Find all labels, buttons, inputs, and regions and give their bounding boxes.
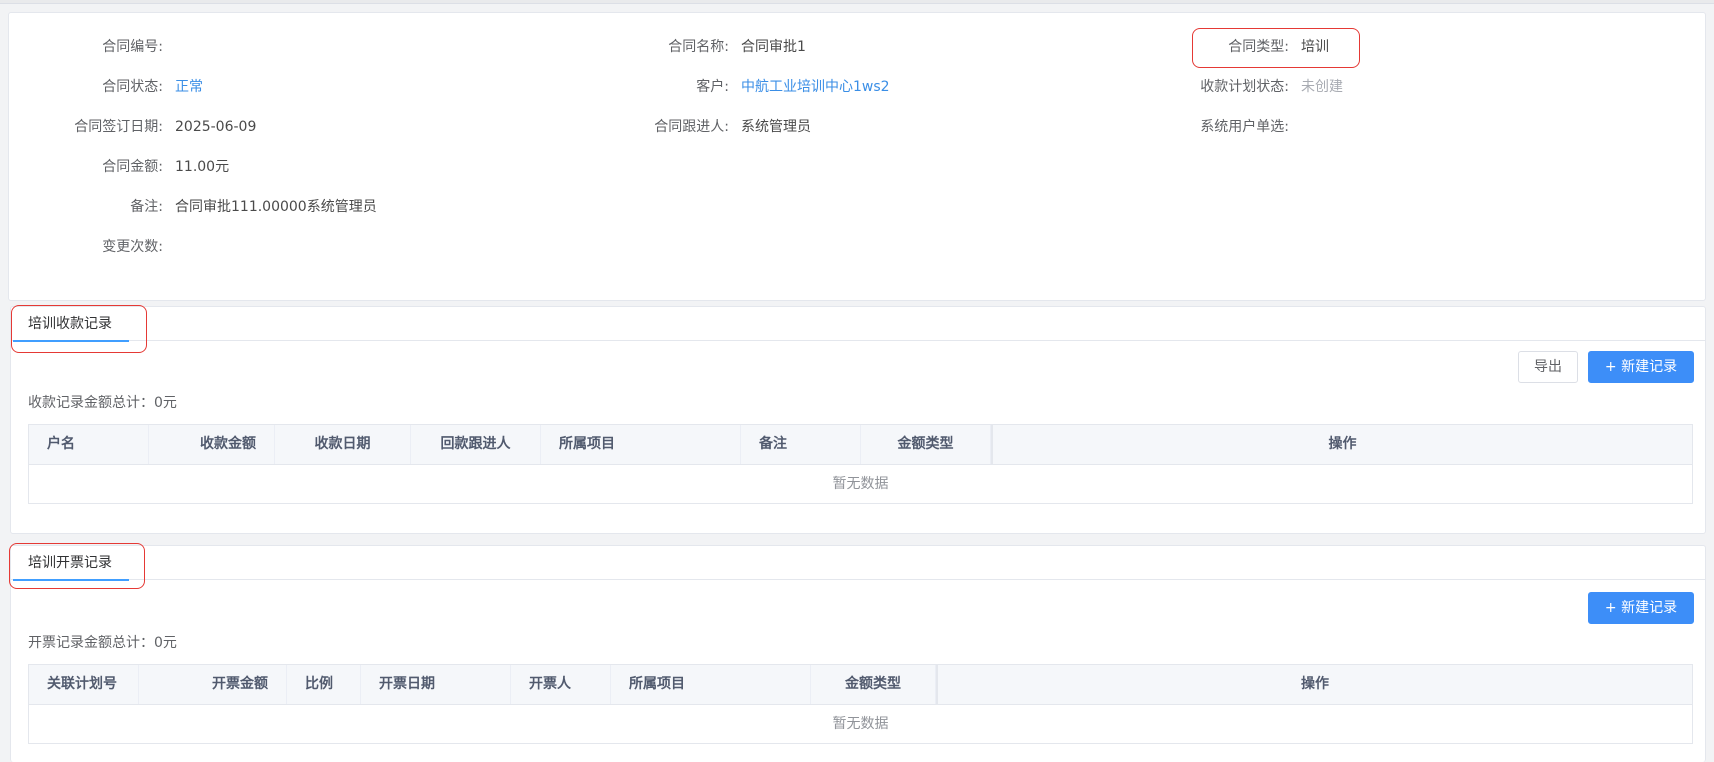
remark-value: 合同审批111.00000系统管理员	[175, 199, 377, 215]
payment-plan-status-value: 未创建	[1301, 79, 1343, 95]
field-label: 合同名称:	[668, 39, 729, 55]
field-customer: 客户: 中航工业培训中心1ws2	[569, 77, 1129, 97]
payment-table-body: 暂无数据	[29, 465, 1692, 504]
field-label: 备注:	[130, 199, 163, 215]
field-label: 合同状态:	[102, 79, 163, 95]
field-label: 合同金额:	[102, 159, 163, 175]
column-header: 收款金额	[149, 425, 275, 464]
field-label: 变更次数:	[102, 239, 163, 255]
contract-type-value: 培训	[1301, 39, 1329, 55]
payment-total: 收款记录金额总计：0元	[28, 395, 177, 411]
empty-state: 暂无数据	[832, 476, 889, 492]
column-header: 金额类型	[811, 665, 936, 704]
field-contract-status: 合同状态: 正常	[9, 77, 609, 97]
empty-state: 暂无数据	[832, 716, 889, 732]
column-header: 备注	[741, 425, 861, 464]
sign-date-value: 2025-06-09	[175, 119, 257, 135]
new-invoice-record-button[interactable]: + 新建记录	[1588, 592, 1694, 624]
column-header: 收款日期	[275, 425, 411, 464]
column-header: 开票金额	[139, 665, 287, 704]
follower-value: 系统管理员	[741, 119, 811, 135]
tab-label: 培训开票记录	[28, 555, 112, 571]
field-payment-plan-status: 收款计划状态: 未创建	[1129, 77, 1689, 97]
column-header: 回款跟进人	[411, 425, 541, 464]
top-bar	[0, 0, 1714, 4]
amount-value: 11.00元	[175, 159, 230, 175]
column-header: 开票日期	[361, 665, 511, 704]
field-system-user: 系统用户单选:	[1129, 117, 1689, 137]
field-change-count: 变更次数:	[9, 237, 609, 257]
contract-name-value: 合同审批1	[741, 39, 806, 55]
invoice-total: 开票记录金额总计：0元	[28, 635, 177, 651]
tab-invoice-records[interactable]: 培训开票记录	[11, 546, 129, 581]
column-header: 操作	[991, 425, 1692, 464]
invoice-table: 关联计划号 开票金额 比例 开票日期 开票人 所属项目 金额类型 操作 暂无数据	[28, 664, 1693, 744]
invoice-tabbar: 培训开票记录	[11, 546, 1705, 581]
payment-table-header: 户名 收款金额 收款日期 回款跟进人 所属项目 备注 金额类型 操作	[29, 425, 1692, 465]
tab-active-indicator	[13, 579, 129, 581]
field-label: 合同类型:	[1228, 39, 1289, 55]
contract-status-value: 正常	[175, 79, 203, 95]
export-button[interactable]: 导出	[1518, 351, 1578, 383]
payment-record-section: 培训收款记录 导出 + 新建记录 收款记录金额总计：0元 户名 收款金额 收款日…	[10, 305, 1706, 534]
field-label: 客户:	[696, 79, 729, 95]
tab-active-indicator	[13, 340, 129, 342]
field-label: 合同签订日期:	[74, 119, 163, 135]
tab-label: 培训收款记录	[28, 316, 112, 332]
column-header: 操作	[936, 665, 1692, 704]
new-payment-record-button[interactable]: + 新建记录	[1588, 351, 1694, 383]
field-contract-name: 合同名称: 合同审批1	[569, 37, 1129, 57]
payment-tabbar: 培训收款记录	[11, 307, 1705, 342]
field-label: 系统用户单选:	[1200, 119, 1289, 135]
field-contract-no-row: 合同编号:	[9, 37, 609, 57]
column-header: 所属项目	[541, 425, 741, 464]
field-sign-date: 合同签订日期: 2025-06-09	[9, 117, 609, 137]
invoice-record-section: 培训开票记录 + 新建记录 开票记录金额总计：0元 关联计划号 开票金额 比例 …	[9, 543, 1706, 762]
column-header: 比例	[287, 665, 361, 704]
column-header: 所属项目	[611, 665, 811, 704]
payment-table: 户名 收款金额 收款日期 回款跟进人 所属项目 备注 金额类型 操作 暂无数据	[28, 424, 1693, 504]
contract-info-card: 合同编号: 合同状态: 正常 合同签订日期: 2025-06-09 合同金额: …	[8, 12, 1706, 301]
field-label: 合同编号:	[102, 39, 163, 55]
field-contract-type: 合同类型: 培训	[1129, 37, 1689, 57]
field-remark: 备注: 合同审批111.00000系统管理员	[9, 197, 609, 217]
tab-payment-records[interactable]: 培训收款记录	[11, 307, 129, 342]
field-amount: 合同金额: 11.00元	[9, 157, 609, 177]
field-follower: 合同跟进人: 系统管理员	[569, 117, 1129, 137]
invoice-table-header: 关联计划号 开票金额 比例 开票日期 开票人 所属项目 金额类型 操作	[29, 665, 1692, 705]
field-label: 收款计划状态:	[1200, 79, 1289, 95]
invoice-table-body: 暂无数据	[29, 705, 1692, 744]
column-header: 金额类型	[861, 425, 991, 464]
field-label: 合同跟进人:	[654, 119, 729, 135]
customer-link[interactable]: 中航工业培训中心1ws2	[741, 77, 890, 97]
column-header: 关联计划号	[29, 665, 139, 704]
column-header: 开票人	[511, 665, 611, 704]
column-header: 户名	[29, 425, 149, 464]
